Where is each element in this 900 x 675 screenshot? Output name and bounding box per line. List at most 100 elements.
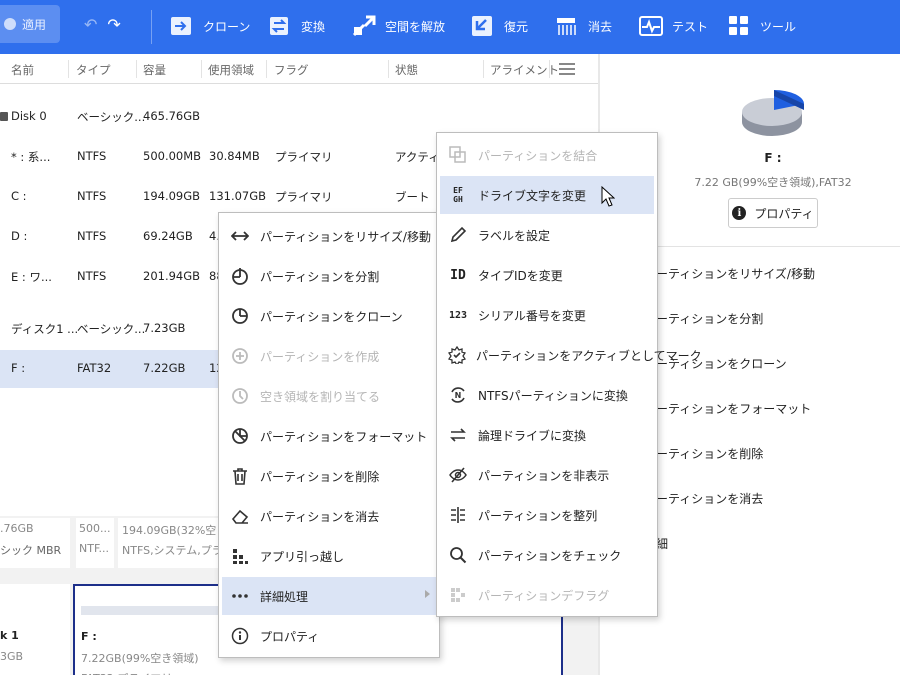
disk-icon xyxy=(0,112,8,121)
op-format[interactable]: ーティションをフォーマット xyxy=(656,400,811,417)
op-wipe[interactable]: ーティションを消去 xyxy=(656,490,763,507)
submenu-check[interactable]: パーティションをチェック xyxy=(440,536,654,574)
submenu-drive-letter[interactable]: EF GH ドライブ文字を変更 xyxy=(440,176,654,214)
svg-text:N: N xyxy=(455,391,462,400)
submenu-ntfs-convert[interactable]: N NTFSパーティションに変換 xyxy=(440,376,654,414)
menu-app-migrate[interactable]: アプリ引っ越し xyxy=(222,537,436,575)
op-resize-move[interactable]: ーティションをリサイズ/移動 xyxy=(656,265,815,282)
merge-icon xyxy=(448,145,468,165)
disk0-card[interactable]: .76GB シック MBR xyxy=(0,518,70,568)
eraser-icon xyxy=(230,506,250,526)
wipe-button[interactable]: 消去 xyxy=(555,13,612,39)
menu-advanced[interactable]: 詳細処理 xyxy=(222,577,436,615)
tools-button[interactable]: ツール xyxy=(727,13,796,39)
apply-button[interactable]: 適用 xyxy=(0,5,60,43)
menu-properties[interactable]: プロパティ xyxy=(222,617,436,655)
wipe-label: 消去 xyxy=(588,19,613,34)
logical-convert-icon xyxy=(448,425,468,445)
submenu-defrag[interactable]: パーティションデフラグ xyxy=(440,576,654,614)
redo-icon[interactable]: ↷ xyxy=(107,15,120,34)
mouse-cursor-icon xyxy=(601,186,615,207)
col-size[interactable]: 容量 xyxy=(143,62,166,78)
disk1-card[interactable]: k 1 3GB xyxy=(0,584,70,675)
apply-label: 適用 xyxy=(22,17,47,32)
op-delete[interactable]: ーティションを削除 xyxy=(656,445,763,462)
clone-partition-icon xyxy=(230,306,250,326)
context-menu: パーティションをリサイズ/移動 パーティションを分割 パーティションをクローン … xyxy=(218,212,440,658)
drive-letter-icon: EF GH xyxy=(453,186,463,204)
submenu-set-label[interactable]: ラベルを設定 xyxy=(440,216,654,254)
restore-icon xyxy=(471,15,495,37)
table-header: 名前 タイプ 容量 使用領域 フラグ 状態 アライメント xyxy=(0,54,598,84)
col-status[interactable]: 状態 xyxy=(395,62,418,78)
menu-wipe[interactable]: パーティションを消去 xyxy=(222,497,436,535)
defrag-icon xyxy=(448,585,468,605)
hide-icon xyxy=(448,465,468,485)
type-id-icon: ID xyxy=(450,267,466,283)
submenu-align[interactable]: パーティションを整列 xyxy=(440,496,654,534)
convert-label: 変換 xyxy=(301,19,326,34)
disk-usage-pie-icon xyxy=(742,90,804,136)
menu-delete[interactable]: パーティションを削除 xyxy=(222,457,436,495)
toolbar-separator xyxy=(151,10,152,44)
convert-icon xyxy=(268,15,292,37)
free-space-icon xyxy=(352,15,376,37)
submenu-type-id[interactable]: ID タイプIDを変更 xyxy=(440,256,654,294)
ntfs-convert-icon: N xyxy=(448,385,468,405)
pencil-icon xyxy=(448,225,468,245)
info-icon: i xyxy=(732,206,747,220)
test-button[interactable]: テスト xyxy=(639,13,708,39)
create-partition-icon xyxy=(230,346,250,366)
restore-button[interactable]: 復元 xyxy=(471,13,528,39)
menu-clone[interactable]: パーティションをクローン xyxy=(222,297,436,335)
test-label: テスト xyxy=(672,19,709,34)
trash-icon xyxy=(230,466,250,486)
tools-label: ツール xyxy=(760,19,797,34)
test-icon xyxy=(639,15,663,37)
mark-active-icon xyxy=(448,345,466,365)
clone-icon xyxy=(170,15,194,37)
op-split[interactable]: ーティションを分割 xyxy=(656,310,763,327)
submenu-arrow-icon xyxy=(425,590,430,598)
submenu-mark-active[interactable]: パーティションをアクティブとしてマーク xyxy=(440,336,702,374)
col-flag[interactable]: フラグ xyxy=(274,62,309,78)
allocate-space-icon xyxy=(230,386,250,406)
col-type[interactable]: タイプ xyxy=(76,62,111,78)
properties-button[interactable]: i プロパティ xyxy=(728,198,818,228)
advanced-submenu: パーティションを結合 EF GH ドライブ文字を変更 ラベルを設定 ID タイプ… xyxy=(436,132,702,617)
submenu-serial-number[interactable]: 123 シリアル番号を変更 xyxy=(440,296,654,334)
serial-number-icon: 123 xyxy=(448,309,468,321)
align-icon xyxy=(448,505,468,525)
more-icon xyxy=(230,586,250,606)
toolbar: 適用 ↶ ↷ クローン 変換 空間を解放 復元 消去 テスト ツール xyxy=(0,0,900,54)
system-partition-card[interactable]: 500... NTF... xyxy=(76,518,114,568)
clone-label: クローン xyxy=(203,19,251,34)
info-icon xyxy=(230,626,250,646)
clone-button[interactable]: クローン xyxy=(170,13,250,39)
menu-create[interactable]: パーティションを作成 xyxy=(222,337,436,375)
table-row[interactable]: Disk 0 ベーシック... 465.76GB xyxy=(0,98,598,136)
c-partition-card[interactable]: 194.09GB(32%空き NTFS,システム,プライ xyxy=(118,518,234,568)
tools-icon xyxy=(727,15,751,37)
apply-icon xyxy=(4,18,16,30)
menu-split[interactable]: パーティションを分割 xyxy=(222,257,436,295)
submenu-logical-convert[interactable]: 論理ドライブに変換 xyxy=(440,416,654,454)
col-name[interactable]: 名前 xyxy=(11,62,34,78)
split-icon xyxy=(230,266,250,286)
resize-icon xyxy=(230,226,250,246)
usage-bar xyxy=(81,606,221,615)
restore-label: 復元 xyxy=(504,19,529,34)
submenu-hide[interactable]: パーティションを非表示 xyxy=(440,456,654,494)
column-settings-icon[interactable] xyxy=(559,63,575,78)
free-space-button[interactable]: 空間を解放 xyxy=(352,13,445,39)
free-space-label: 空間を解放 xyxy=(385,19,446,34)
menu-format[interactable]: パーティションをフォーマット xyxy=(222,417,436,455)
convert-button[interactable]: 変換 xyxy=(268,13,325,39)
menu-allocate[interactable]: 空き領域を割り当てる xyxy=(222,377,436,415)
col-used[interactable]: 使用領域 xyxy=(208,62,254,78)
submenu-merge[interactable]: パーティションを結合 xyxy=(440,136,654,174)
undo-icon[interactable]: ↶ xyxy=(84,15,97,34)
menu-resize-move[interactable]: パーティションをリサイズ/移動 xyxy=(222,217,436,255)
search-icon xyxy=(448,545,468,565)
app-migrate-icon xyxy=(230,546,250,566)
